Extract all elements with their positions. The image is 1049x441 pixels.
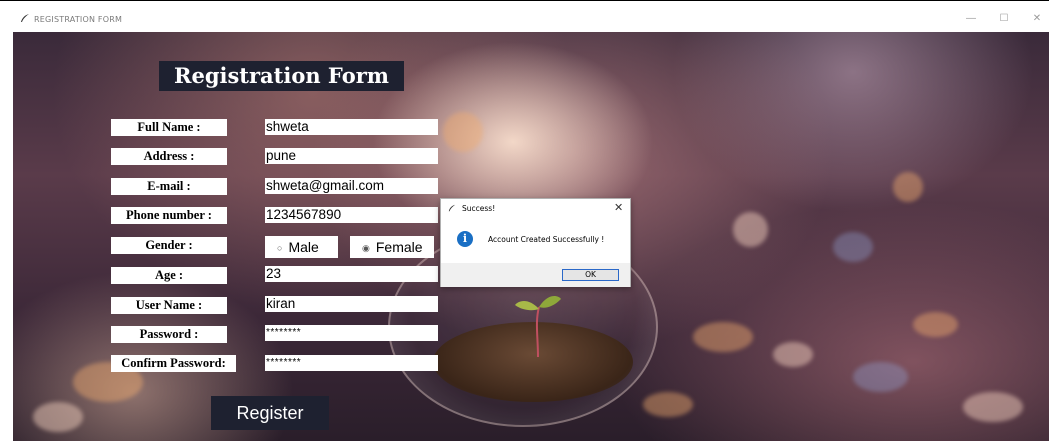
dialog-close-icon[interactable]: ✕ <box>614 201 623 214</box>
full-name-input[interactable]: shweta <box>265 119 438 135</box>
dialog-title: Success! <box>462 204 496 213</box>
dialog-footer: OK <box>441 263 630 287</box>
gender-label: Gender : <box>111 237 227 254</box>
form-heading: Registration Form <box>159 61 404 91</box>
maximize-button[interactable]: ☐ <box>997 13 1011 25</box>
minimize-button[interactable]: — <box>964 13 978 25</box>
ok-button[interactable]: OK <box>562 269 619 281</box>
user-name-input[interactable]: kiran <box>265 296 438 312</box>
address-label: Address : <box>111 148 227 165</box>
gender-radio-female[interactable]: ◉ Female <box>350 236 434 258</box>
age-input[interactable]: 23 <box>265 266 438 282</box>
email-input[interactable]: shweta@gmail.com <box>265 178 438 194</box>
info-icon: i <box>457 231 473 247</box>
window-title-bar: REGISTRATION FORM — ☐ ✕ <box>0 0 1049 32</box>
full-name-label: Full Name : <box>111 119 227 136</box>
confirm-password-label: Confirm Password: <box>111 355 236 372</box>
gender-option-male-label: Male <box>288 239 319 255</box>
register-button[interactable]: Register <box>211 396 329 430</box>
address-input[interactable]: pune <box>265 148 438 164</box>
password-label: Password : <box>111 326 227 343</box>
radio-selected-icon: ◉ <box>362 243 370 253</box>
feather-icon <box>21 14 29 22</box>
password-input[interactable]: ******** <box>265 325 438 341</box>
close-button[interactable]: ✕ <box>1030 13 1044 25</box>
gender-option-female-label: Female <box>375 239 423 255</box>
dialog-message: Account Created Successfully ! <box>488 235 605 244</box>
gender-radio-male[interactable]: ○ Male <box>265 236 338 258</box>
phone-number-label: Phone number : <box>111 207 227 224</box>
user-name-label: User Name : <box>111 297 227 314</box>
window-title: REGISTRATION FORM <box>34 15 123 24</box>
email-label: E-mail : <box>111 178 227 195</box>
phone-number-input[interactable]: 1234567890 <box>265 207 438 223</box>
age-label: Age : <box>111 267 227 284</box>
confirm-password-input[interactable]: ******** <box>265 355 438 371</box>
radio-unselected-icon: ○ <box>277 243 283 253</box>
success-dialog: Success! ✕ i Account Created Successfull… <box>440 198 631 287</box>
feather-icon <box>448 204 456 212</box>
